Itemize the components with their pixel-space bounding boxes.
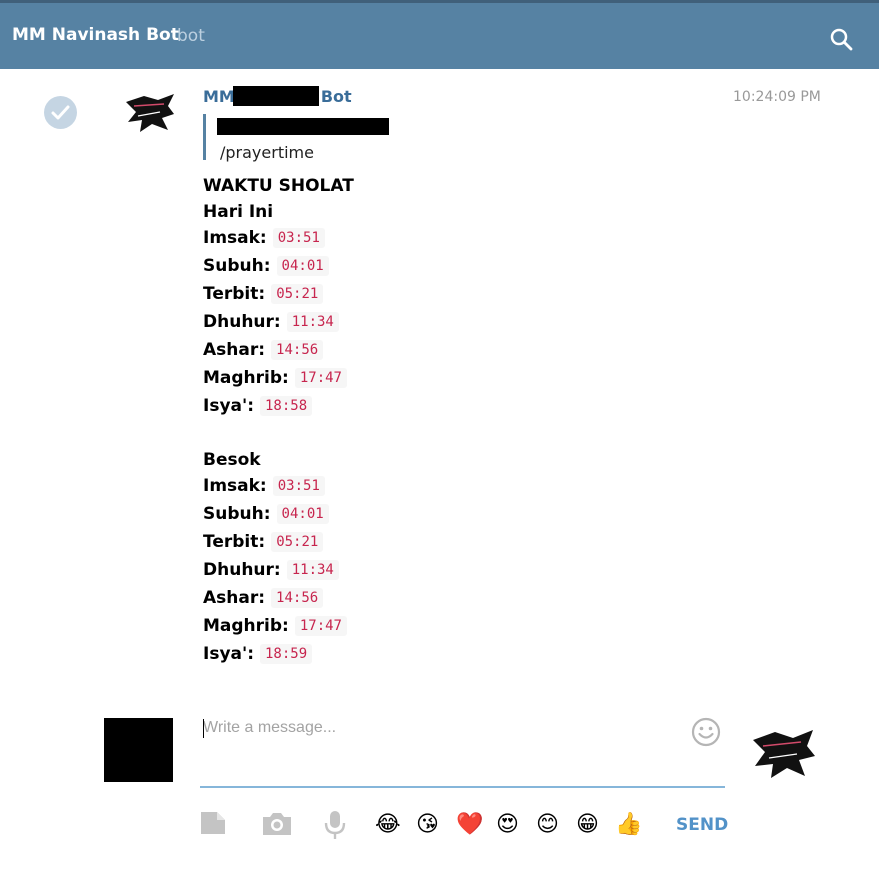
emoji-heart-eyes[interactable]: 😍 <box>496 812 519 838</box>
prayer-time-row: Maghrib: 17:47 <box>203 614 347 638</box>
prayer-label: Dhuhur: <box>203 560 281 580</box>
prayer-time-code: 11:34 <box>286 560 339 580</box>
prayer-time-code: 18:58 <box>260 396 313 416</box>
message-input[interactable] <box>203 716 683 740</box>
text-caret <box>203 719 204 738</box>
reply-quote-bar[interactable] <box>203 114 206 160</box>
send-button[interactable]: SEND <box>676 815 728 835</box>
prayer-time-code: 14:56 <box>271 588 324 608</box>
prayer-time-row: Subuh: 04:01 <box>203 502 329 526</box>
prayer-time-row: Imsak: 03:51 <box>203 226 325 250</box>
prayer-time-code: 11:34 <box>286 312 339 332</box>
prayer-time-code: 18:59 <box>260 644 313 664</box>
redaction-bar <box>217 118 389 135</box>
emoji-kiss[interactable]: 😘 <box>416 812 439 838</box>
emoji-heart[interactable]: ❤️ <box>456 812 483 838</box>
prayer-time-code: 17:47 <box>294 616 347 636</box>
prayer-time-code: 05:21 <box>271 532 324 552</box>
prayer-time-code: 04:01 <box>276 504 329 524</box>
prayer-label: Imsak: <box>203 476 267 496</box>
redaction-bar <box>233 86 319 106</box>
smiley-icon[interactable] <box>690 716 722 748</box>
section-heading-tomorrow: Besok <box>203 450 261 470</box>
prayer-time-code: 14:56 <box>271 340 324 360</box>
emoji-thumbs-up[interactable]: 👍 <box>615 812 642 838</box>
document-icon[interactable] <box>200 810 226 836</box>
message-title: WAKTU SHOLAT <box>203 176 354 196</box>
prayer-time-code: 03:51 <box>272 476 325 496</box>
chat-header: MM Navinash Bot bot <box>0 0 879 69</box>
prayer-time-row: Terbit: 05:21 <box>203 530 324 554</box>
prayer-time-code: 03:51 <box>272 228 325 248</box>
prayer-label: Subuh: <box>203 504 271 524</box>
prayer-label: Ashar: <box>203 340 266 360</box>
message-time: 10:24:09 PM <box>733 89 821 105</box>
message-input-area[interactable] <box>200 712 725 788</box>
prayer-label: Maghrib: <box>203 368 289 388</box>
prayer-label: Imsak: <box>203 228 267 248</box>
section-heading-today: Hari Ini <box>203 202 274 222</box>
prayer-label: Subuh: <box>203 256 271 276</box>
emoji-grin[interactable]: 😁 <box>576 812 599 838</box>
prayer-time-row: Dhuhur: 11:34 <box>203 310 339 334</box>
prayer-label: Isya': <box>203 644 254 664</box>
camera-icon[interactable] <box>262 810 292 836</box>
emoji-joy[interactable]: 😂 <box>375 812 401 838</box>
prayer-label: Isya': <box>203 396 254 416</box>
prayer-time-row: Subuh: 04:01 <box>203 254 329 278</box>
prayer-time-row: Imsak: 03:51 <box>203 474 325 498</box>
user-avatar[interactable] <box>104 718 173 782</box>
bot-avatar[interactable] <box>124 92 176 134</box>
chat-title[interactable]: MM Navinash Bot <box>12 25 179 45</box>
prayer-label: Terbit: <box>203 532 266 552</box>
check-icon[interactable] <box>44 96 77 129</box>
emoji-blush[interactable]: 😊 <box>536 812 559 838</box>
reply-quote-text: /prayertime <box>220 143 314 162</box>
prayer-label: Maghrib: <box>203 616 289 636</box>
prayer-time-row: Isya': 18:58 <box>203 394 313 418</box>
prayer-time-row: Ashar: 14:56 <box>203 338 324 362</box>
prayer-time-code: 05:21 <box>271 284 324 304</box>
prayer-time-row: Dhuhur: 11:34 <box>203 558 339 582</box>
bot-avatar[interactable] <box>751 728 816 780</box>
prayer-time-code: 17:47 <box>294 368 347 388</box>
prayer-time-code: 04:01 <box>276 256 329 276</box>
prayer-time-row: Isya': 18:59 <box>203 642 313 666</box>
microphone-icon[interactable] <box>323 810 347 840</box>
prayer-label: Terbit: <box>203 284 266 304</box>
prayer-label: Dhuhur: <box>203 312 281 332</box>
prayer-label: Ashar: <box>203 588 266 608</box>
search-icon[interactable] <box>829 27 853 51</box>
prayer-time-row: Maghrib: 17:47 <box>203 366 347 390</box>
prayer-time-row: Ashar: 14:56 <box>203 586 324 610</box>
chat-subtitle: bot <box>177 26 205 46</box>
prayer-time-row: Terbit: 05:21 <box>203 282 324 306</box>
